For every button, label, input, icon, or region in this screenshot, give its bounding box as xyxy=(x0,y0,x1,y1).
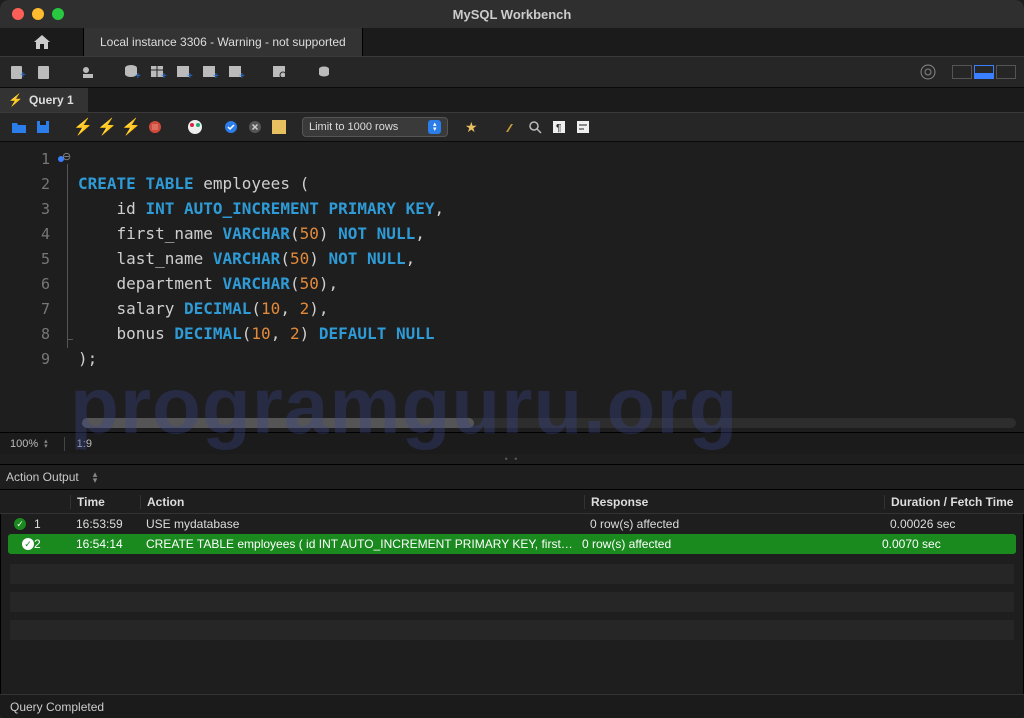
connection-tab-strip: Local instance 3306 - Warning - not supp… xyxy=(0,28,1024,56)
create-procedure-button[interactable]: + xyxy=(200,62,220,82)
beautify-icon[interactable]: ★ xyxy=(462,118,480,136)
main-toolbar: + + + + + + xyxy=(0,56,1024,88)
panel-splitter[interactable]: • • xyxy=(0,454,1024,464)
new-sql-tab-button[interactable]: + xyxy=(8,62,28,82)
editor-gutter: 1 2 3 4 5 6 7 8 9 xyxy=(0,142,60,432)
svg-text:+: + xyxy=(135,71,141,81)
query-tab[interactable]: ⚡ Query 1 xyxy=(0,88,88,112)
connection-tab-label: Local instance 3306 - Warning - not supp… xyxy=(100,35,346,49)
svg-text:+: + xyxy=(161,71,167,81)
find-icon[interactable] xyxy=(502,118,520,136)
create-function-button[interactable]: + xyxy=(226,62,246,82)
svg-text:¶: ¶ xyxy=(556,123,561,134)
success-icon: ✓ xyxy=(14,518,26,530)
query-tab-label: Query 1 xyxy=(29,93,74,107)
commit-icon[interactable] xyxy=(222,118,240,136)
svg-text:+: + xyxy=(213,71,219,81)
inspector-button[interactable] xyxy=(78,62,98,82)
close-window-icon[interactable] xyxy=(12,8,24,20)
svg-text:+: + xyxy=(187,71,193,81)
fold-column[interactable]: ⊖ xyxy=(60,142,78,432)
output-empty-area xyxy=(0,564,1024,640)
explain-icon[interactable]: ⚡ xyxy=(122,118,140,136)
minimize-window-icon[interactable] xyxy=(32,8,44,20)
sql-editor[interactable]: 1 2 3 4 5 6 7 8 9 ⊖ CREATE TABLE employe… xyxy=(0,142,1024,432)
wrap-icon[interactable] xyxy=(574,118,592,136)
toggle-limit-icon[interactable] xyxy=(270,118,288,136)
toggle-sidebar-left[interactable] xyxy=(952,65,972,79)
home-tab[interactable] xyxy=(0,28,84,56)
create-schema-button[interactable]: + xyxy=(122,62,142,82)
svg-text:+: + xyxy=(20,70,26,81)
code-area[interactable]: CREATE TABLE employees ( id INT AUTO_INC… xyxy=(78,142,1024,432)
col-time[interactable]: Time xyxy=(70,495,140,509)
toggle-sidebar-right[interactable] xyxy=(996,65,1016,79)
open-sql-file-button[interactable] xyxy=(34,62,54,82)
reconnect-button[interactable] xyxy=(314,62,334,82)
col-action[interactable]: Action xyxy=(140,495,584,509)
query-tab-strip: ⚡ Query 1 xyxy=(0,88,1024,112)
stop-icon[interactable] xyxy=(146,118,164,136)
title-bar: MySQL Workbench xyxy=(0,0,1024,28)
execute-current-icon[interactable]: ⚡ xyxy=(98,118,116,136)
sql-toolbar: ⚡ ⚡ ⚡ Limit to 1000 rows ▴▾ ★ xyxy=(0,112,1024,142)
fold-toggle-icon[interactable]: ⊖ xyxy=(62,150,71,163)
success-icon: ✓ xyxy=(22,538,34,550)
window-title: MySQL Workbench xyxy=(0,7,1024,22)
toggle-autocommit-icon[interactable] xyxy=(186,118,204,136)
col-duration[interactable]: Duration / Fetch Time xyxy=(884,495,1024,509)
limit-rows-select[interactable]: Limit to 1000 rows ▴▾ xyxy=(302,117,448,137)
output-selector[interactable]: Action Output ▴▾ xyxy=(6,470,97,484)
settings-icon[interactable] xyxy=(918,62,938,82)
toggle-output-panel[interactable] xyxy=(974,65,994,79)
col-response[interactable]: Response xyxy=(584,495,884,509)
create-table-button[interactable]: + xyxy=(148,62,168,82)
execute-icon[interactable]: ⚡ xyxy=(74,118,92,136)
chevron-updown-icon: ▴▾ xyxy=(428,120,441,134)
output-table-header: Time Action Response Duration / Fetch Ti… xyxy=(0,490,1024,514)
invisible-chars-icon[interactable]: ¶ xyxy=(550,118,568,136)
output-row[interactable]: ✓ 1 16:53:59 USE mydatabase 0 row(s) aff… xyxy=(0,514,1024,534)
output-panel-header: Action Output ▴▾ xyxy=(0,464,1024,490)
save-file-icon[interactable] xyxy=(34,118,52,136)
status-bar: Query Completed xyxy=(0,694,1024,718)
rollback-icon[interactable] xyxy=(246,118,264,136)
create-view-button[interactable]: + xyxy=(174,62,194,82)
bolt-icon: ⚡ xyxy=(8,93,23,107)
output-row[interactable]: ✓ 2 16:54:14 CREATE TABLE employees ( id… xyxy=(8,534,1016,554)
maximize-window-icon[interactable] xyxy=(52,8,64,20)
editor-status-bar: 100% ▴▾ 1:9 xyxy=(0,432,1024,454)
home-icon xyxy=(33,34,51,50)
cursor-position: 1:9 xyxy=(71,438,92,450)
limit-rows-label: Limit to 1000 rows xyxy=(309,121,398,133)
search-table-data-button[interactable] xyxy=(270,62,290,82)
zoom-control[interactable]: 100% ▴▾ xyxy=(0,438,58,450)
open-file-icon[interactable] xyxy=(10,118,28,136)
editor-horizontal-scrollbar[interactable] xyxy=(82,418,1016,428)
svg-text:+: + xyxy=(239,71,245,81)
status-text: Query Completed xyxy=(10,700,104,714)
output-table: Time Action Response Duration / Fetch Ti… xyxy=(0,490,1024,640)
connection-tab[interactable]: Local instance 3306 - Warning - not supp… xyxy=(84,28,363,56)
search-icon[interactable] xyxy=(526,118,544,136)
